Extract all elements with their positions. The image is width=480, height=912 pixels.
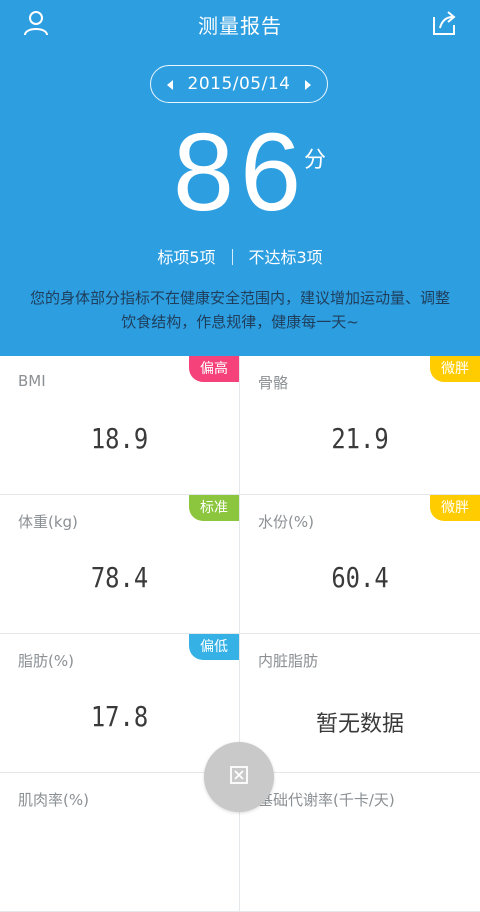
metric-value: 18.9 <box>90 422 149 455</box>
metric-value: 21.9 <box>331 422 389 455</box>
status-badge: 标准 <box>189 495 239 521</box>
metric-card-fat[interactable]: 脂肪(%) 偏低 17.8 <box>0 634 240 773</box>
metric-card-weight[interactable]: 体重(kg) 标准 78.4 <box>0 495 240 634</box>
score-unit: 分 <box>304 148 327 173</box>
metric-label: 脂肪(%) <box>18 652 74 670</box>
metric-label: 水份(%) <box>258 513 314 531</box>
metric-card-bmi[interactable]: BMI 偏高 18.9 <box>0 356 240 495</box>
metric-value: 60.4 <box>331 561 389 594</box>
report-header: 测量报告 2015/05/14 86 分 标项5项 不达标3项 您的身体部分指标不… <box>0 0 480 356</box>
next-arrow-icon <box>305 80 311 90</box>
metric-label: 内脏脂肪 <box>258 652 319 670</box>
score-value: 86 <box>172 111 308 234</box>
top-bar: 测量报告 <box>0 0 480 46</box>
metric-label: BMI <box>18 372 46 390</box>
page-title: 测量报告 <box>198 14 282 38</box>
next-date-button[interactable] <box>301 77 315 91</box>
below-standard-count: 不达标3项 <box>248 248 323 267</box>
metric-card-bmr[interactable]: 基础代谢率(千卡/天) <box>240 773 480 912</box>
metric-card-visceral-fat[interactable]: 内脏脂肪 暂无数据 <box>240 634 480 773</box>
collapse-button[interactable] <box>204 742 274 812</box>
share-button[interactable] <box>430 9 458 37</box>
metric-card-water[interactable]: 水份(%) 微胖 60.4 <box>240 495 480 634</box>
collapse-icon <box>230 766 248 784</box>
stats-divider <box>231 249 233 265</box>
metric-card-bone[interactable]: 骨骼 微胖 21.9 <box>240 356 480 495</box>
status-badge: 偏高 <box>189 356 239 382</box>
stats-summary: 标项5项 不达标3项 <box>0 244 480 268</box>
metric-no-data: 暂无数据 <box>315 712 404 737</box>
status-badge: 微胖 <box>430 495 480 521</box>
status-badge: 偏低 <box>189 634 239 660</box>
metric-value: 17.8 <box>90 700 149 733</box>
standard-count: 标项5项 <box>157 248 216 267</box>
metric-card-muscle[interactable]: 肌肉率(%) <box>0 773 240 912</box>
metric-value: 78.4 <box>90 561 149 594</box>
health-advice: 您的身体部分指标不在健康安全范围内，建议增加运动量、调整饮食结构，作息规律，健康… <box>30 289 451 331</box>
status-badge: 微胖 <box>430 356 480 382</box>
date-selector: 2015/05/14 <box>150 65 328 103</box>
metric-label: 体重(kg) <box>18 513 78 531</box>
metric-label: 骨骼 <box>258 374 289 392</box>
share-icon <box>433 11 456 35</box>
